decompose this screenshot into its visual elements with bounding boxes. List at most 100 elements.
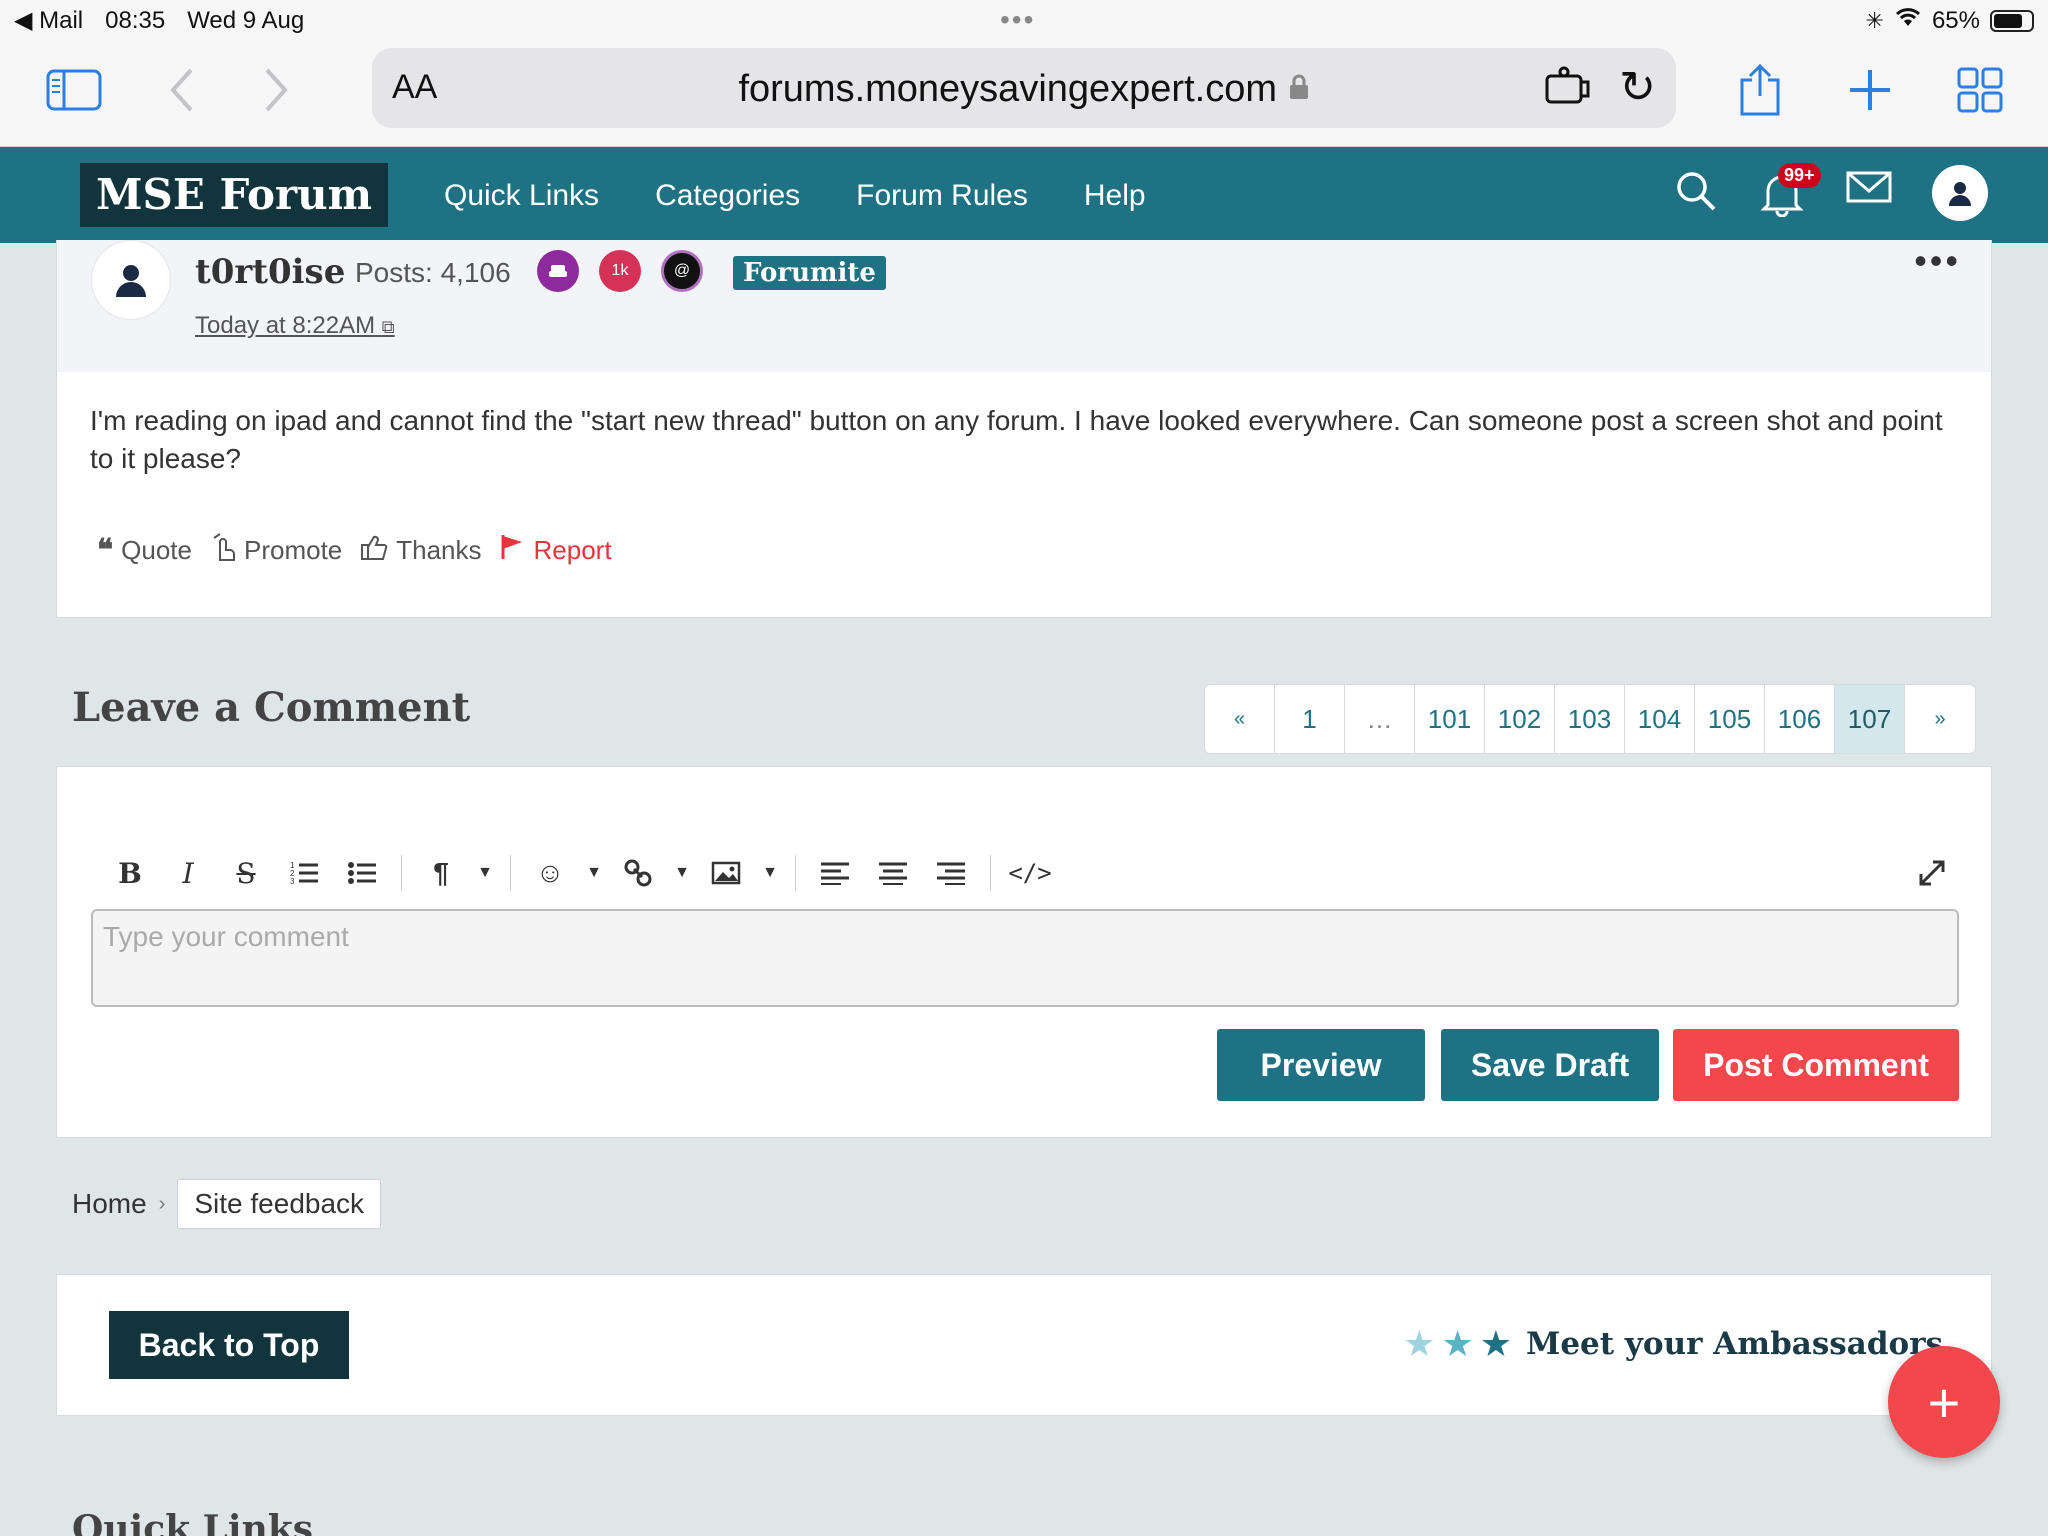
status-time: 08:35: [105, 6, 166, 34]
site-header: MSE Forum Quick Links Categories Forum R…: [0, 147, 2048, 243]
image-icon[interactable]: [697, 847, 755, 899]
footer-card: Back to Top ★ ★ ★ Meet your Ambassadors: [56, 1274, 1992, 1416]
thumbs-up-icon: [360, 533, 388, 568]
star-icon: ★: [1403, 1323, 1436, 1364]
post-timestamp[interactable]: Today at 8:22AM ⧉: [195, 312, 395, 340]
chevron-down-icon[interactable]: ▼: [579, 847, 609, 899]
paragraph-format-icon[interactable]: ¶: [412, 847, 470, 899]
pagination: « 1 … 101 102 103 104 105 106 107 »: [1204, 684, 1976, 754]
code-view-icon[interactable]: </>: [1001, 847, 1059, 899]
address-bar[interactable]: AA forums.moneysavingexpert.com ↻: [372, 48, 1676, 128]
pagination-page[interactable]: 105: [1695, 685, 1765, 753]
back-icon[interactable]: [150, 60, 214, 120]
ambassadors-label: Meet your Ambassadors: [1526, 1326, 1943, 1362]
status-date: Wed 9 Aug: [187, 6, 305, 34]
notifications-bell-icon[interactable]: 99+: [1760, 163, 1821, 218]
author-avatar[interactable]: [91, 240, 171, 320]
align-center-icon[interactable]: [864, 847, 922, 899]
thanks-button[interactable]: Thanks: [360, 533, 482, 568]
pagination-first[interactable]: «: [1205, 685, 1275, 753]
svg-text:3: 3: [290, 877, 295, 886]
ios-status-bar: ◀ Mail 08:35 Wed 9 Aug ••• ✳ 65%: [0, 0, 2048, 40]
strikethrough-icon[interactable]: S: [217, 847, 275, 899]
save-draft-button[interactable]: Save Draft: [1441, 1029, 1659, 1101]
report-button[interactable]: Report: [500, 533, 612, 568]
nav-quick-links[interactable]: Quick Links: [444, 179, 599, 213]
toolbar-divider: [795, 855, 796, 891]
post-comment-button[interactable]: Post Comment: [1673, 1029, 1959, 1101]
comment-textarea[interactable]: [91, 909, 1959, 1007]
breadcrumb-separator: ›: [158, 1192, 166, 1215]
back-to-top-button[interactable]: Back to Top: [109, 1311, 349, 1379]
armchair-badge-icon[interactable]: [537, 250, 579, 292]
leave-comment-heading: Leave a Comment: [72, 684, 471, 731]
chevron-down-icon[interactable]: ▼: [470, 847, 500, 899]
flag-icon: [500, 533, 526, 568]
pagination-next[interactable]: »: [1905, 685, 1975, 753]
toolbar-divider: [990, 855, 991, 891]
align-left-icon[interactable]: [806, 847, 864, 899]
chevron-down-icon[interactable]: ▼: [667, 847, 697, 899]
new-tab-icon[interactable]: [1838, 60, 1902, 120]
activity-icon: ✳: [1865, 7, 1884, 33]
nav-forum-rules[interactable]: Forum Rules: [856, 179, 1028, 213]
chevron-down-icon[interactable]: ▼: [755, 847, 785, 899]
main-nav: Quick Links Categories Forum Rules Help: [444, 179, 1146, 213]
author-username[interactable]: t0rt0ise: [195, 252, 345, 292]
reload-icon[interactable]: ↻: [1619, 62, 1656, 113]
pagination-page[interactable]: 103: [1555, 685, 1625, 753]
site-logo[interactable]: MSE Forum: [80, 163, 389, 227]
url-text[interactable]: forums.moneysavingexpert.com: [372, 68, 1676, 111]
ambassadors-link[interactable]: ★ ★ ★ Meet your Ambassadors: [1403, 1323, 1943, 1365]
pointing-hand-icon: [210, 532, 236, 569]
nav-help[interactable]: Help: [1084, 179, 1146, 213]
emoji-icon[interactable]: ☺: [521, 847, 579, 899]
1k-badge[interactable]: 1k: [599, 250, 641, 292]
extension-icon[interactable]: [1544, 66, 1592, 111]
post-options-menu-icon[interactable]: •••: [1914, 240, 1961, 282]
numbered-list-icon[interactable]: 123: [275, 847, 333, 899]
back-to-app[interactable]: ◀ Mail: [14, 6, 83, 35]
pagination-page[interactable]: 102: [1485, 685, 1555, 753]
browser-toolbar: AA forums.moneysavingexpert.com ↻: [0, 40, 2048, 147]
permalink-icon: ⧉: [381, 317, 395, 337]
at-sign-badge-icon[interactable]: @: [661, 250, 703, 292]
tabs-overview-icon[interactable]: [1948, 60, 2012, 120]
link-icon[interactable]: [609, 847, 667, 899]
editor-toolbar: B I S 123 ¶ ▼ ☺ ▼ ▼ ▼ </>: [101, 847, 1961, 899]
fullscreen-expand-icon[interactable]: [1903, 847, 1961, 899]
share-icon[interactable]: [1728, 60, 1792, 120]
author-post-count: Posts: 4,106: [355, 257, 511, 288]
breadcrumb-home[interactable]: Home: [72, 1188, 147, 1220]
pagination-page[interactable]: 1: [1275, 685, 1345, 753]
preview-button[interactable]: Preview: [1217, 1029, 1425, 1101]
messages-envelope-icon[interactable]: [1846, 169, 1894, 217]
search-icon[interactable]: [1674, 169, 1722, 217]
promote-button[interactable]: Promote: [210, 532, 342, 569]
sidebar-icon[interactable]: [42, 60, 106, 120]
multitasking-dots-icon[interactable]: •••: [1000, 4, 1035, 36]
bold-icon[interactable]: B: [101, 847, 159, 899]
nav-categories[interactable]: Categories: [655, 179, 800, 213]
user-profile-icon[interactable]: [1932, 165, 1988, 221]
lock-icon: [1288, 68, 1310, 110]
pagination-page[interactable]: 101: [1415, 685, 1485, 753]
breadcrumb: Home › Site feedback: [72, 1178, 382, 1230]
pagination-page[interactable]: 106: [1765, 685, 1835, 753]
toolbar-divider: [401, 855, 402, 891]
forward-icon[interactable]: [244, 60, 308, 120]
italic-icon[interactable]: I: [159, 847, 217, 899]
breadcrumb-current[interactable]: Site feedback: [177, 1179, 382, 1229]
quote-button[interactable]: ❝ Quote: [97, 533, 192, 568]
floating-add-button[interactable]: +: [1888, 1346, 2000, 1458]
comment-editor-card: B I S 123 ¶ ▼ ☺ ▼ ▼ ▼ </> Type your comm…: [56, 766, 1992, 1138]
pagination-page[interactable]: 104: [1625, 685, 1695, 753]
align-right-icon[interactable]: [922, 847, 980, 899]
quote-icon: ❝: [97, 533, 114, 568]
battery-icon: [1990, 9, 2034, 32]
post-header: t0rt0ise Posts: 4,106 1k @ Forumite Toda…: [57, 240, 1991, 372]
post-body: I'm reading on ipad and cannot find the …: [90, 405, 1943, 474]
bulleted-list-icon[interactable]: [333, 847, 391, 899]
pagination-current-page[interactable]: 107: [1835, 685, 1905, 753]
battery-percent: 65%: [1931, 6, 1980, 34]
